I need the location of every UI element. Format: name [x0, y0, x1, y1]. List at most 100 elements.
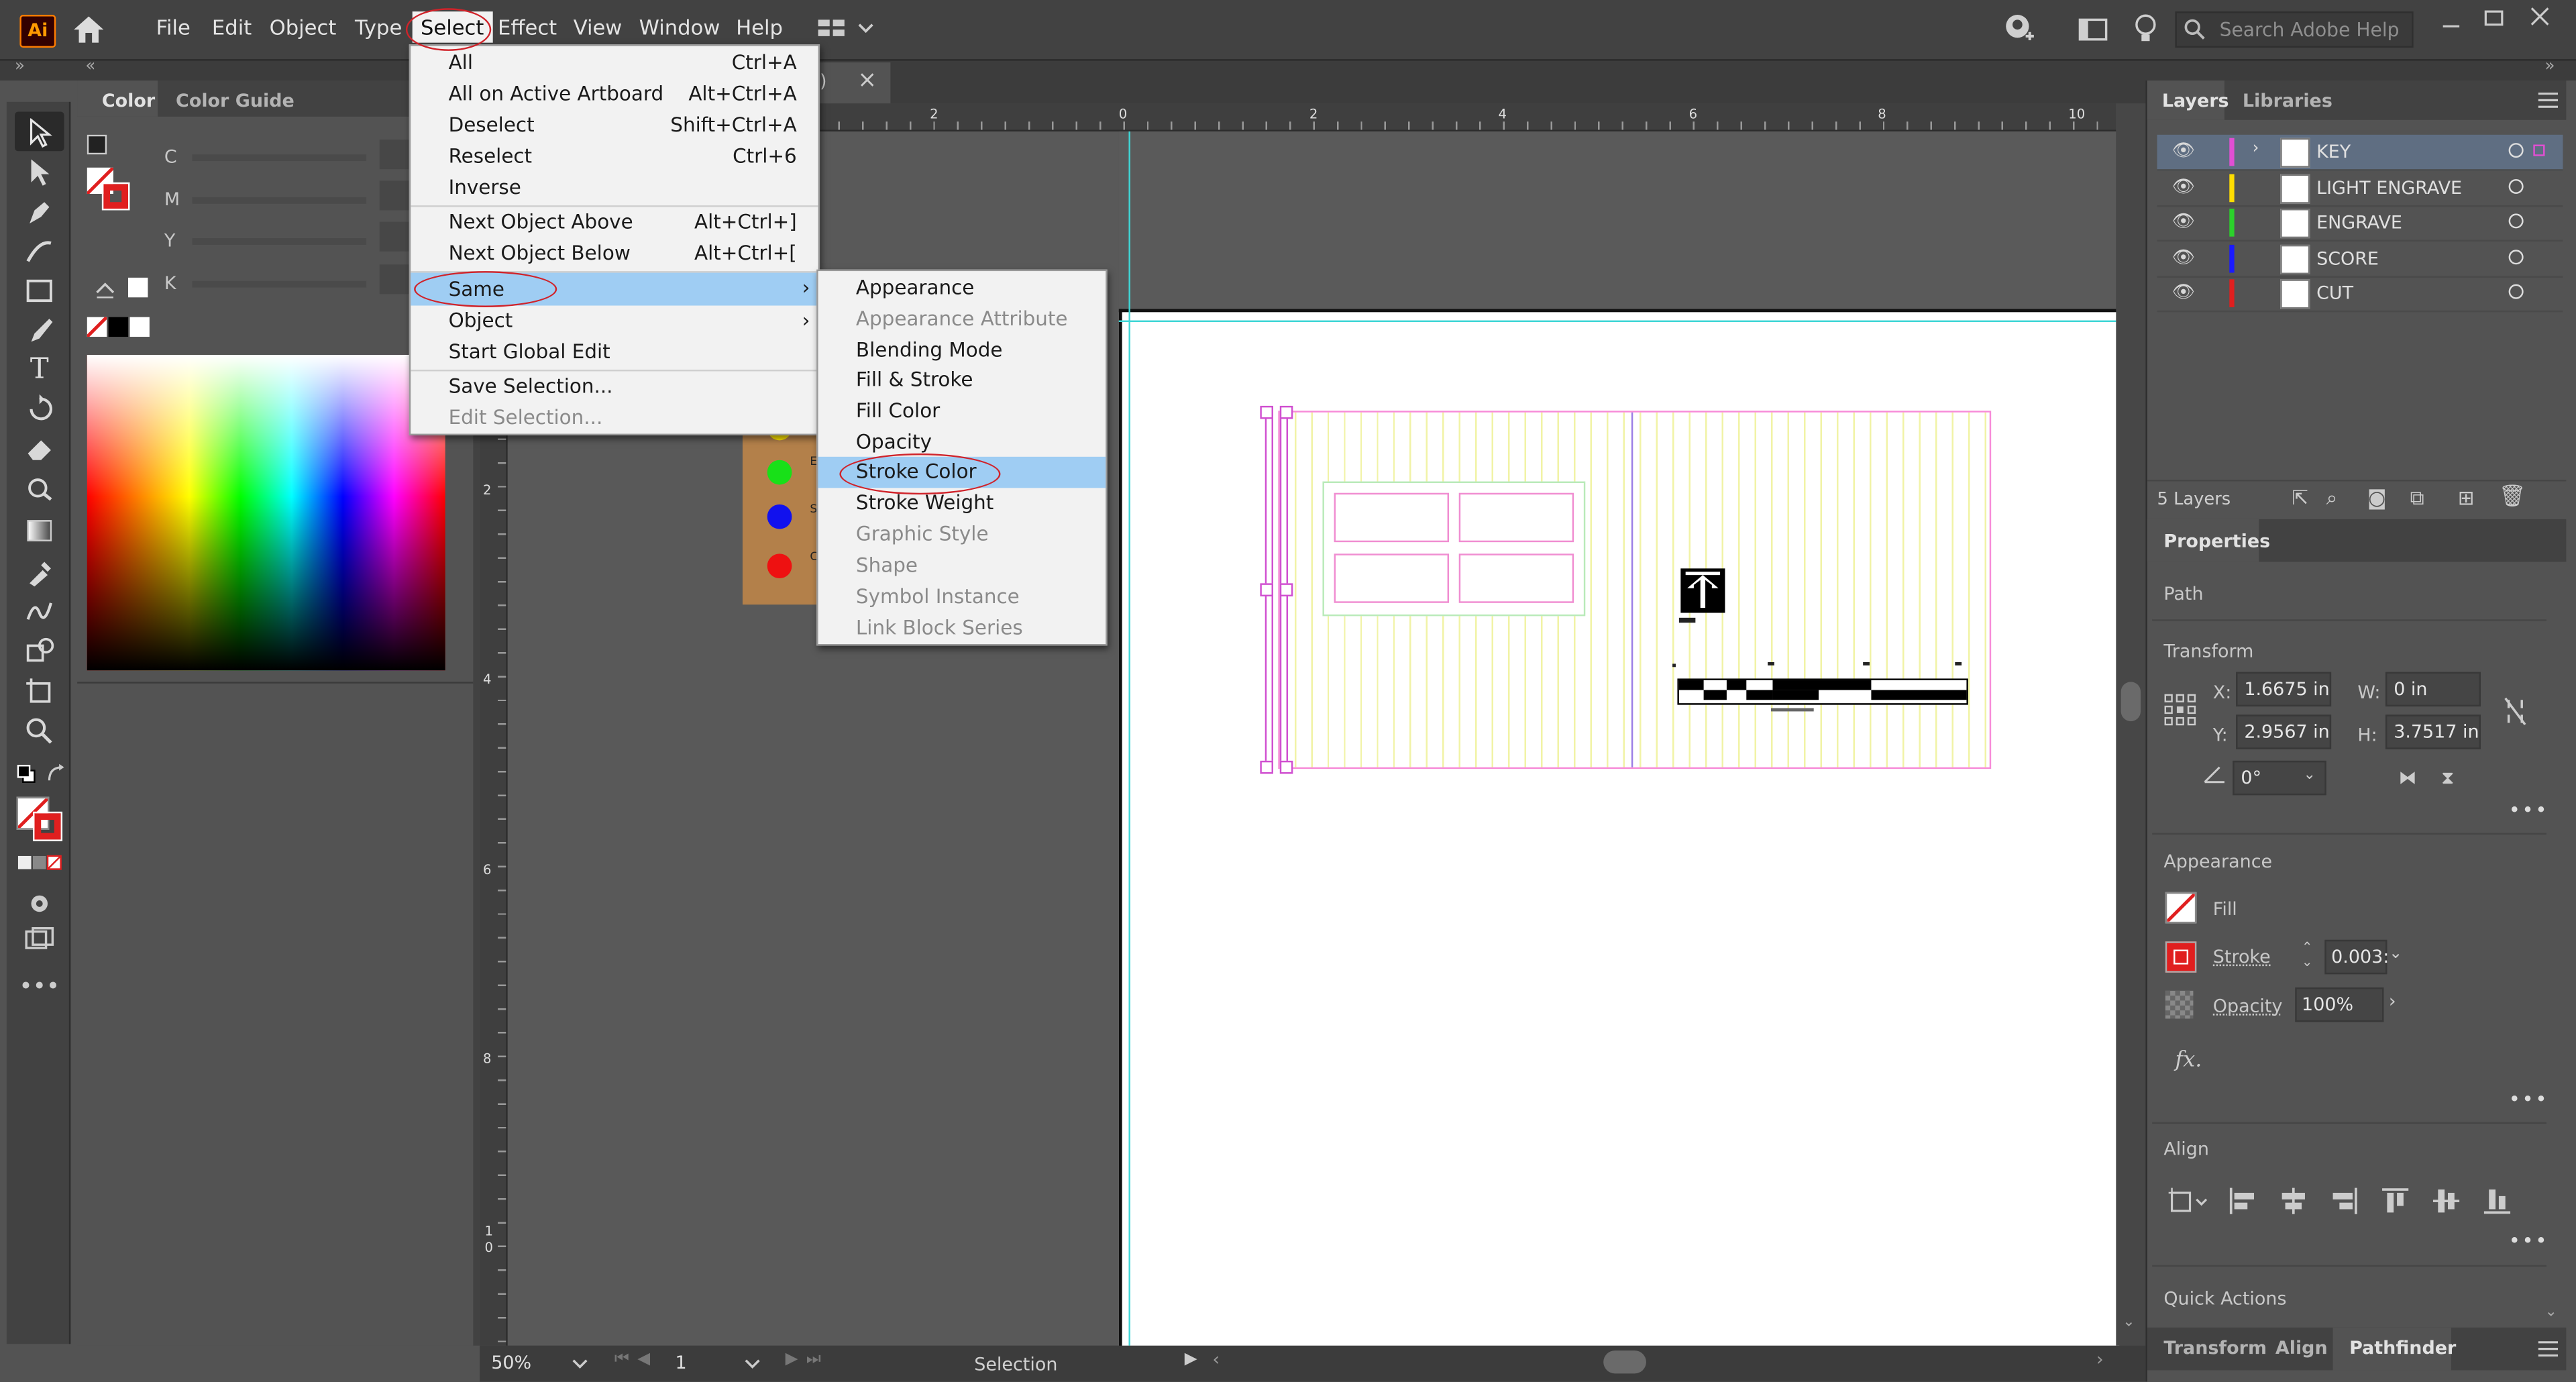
channel-y-input[interactable]: [379, 221, 413, 252]
expand-dock-icon[interactable]: »: [2545, 58, 2555, 76]
curvature-tool-icon[interactable]: [19, 233, 59, 270]
close-document-icon[interactable]: ×: [857, 67, 877, 93]
reference-point-icon[interactable]: [2162, 692, 2198, 728]
flip-horizontal-icon[interactable]: ⧓: [2399, 767, 2417, 789]
menu-effect[interactable]: Effect: [498, 15, 557, 40]
scroll-down-icon[interactable]: ⌄: [2123, 1314, 2135, 1330]
anchor-handle[interactable]: [1260, 583, 1273, 596]
submenu-item-appearance[interactable]: Appearance: [818, 273, 1106, 305]
layer-target-icon[interactable]: [2508, 250, 2524, 265]
zoom-level[interactable]: 50%: [491, 1352, 531, 1374]
gradient-tool-icon[interactable]: [19, 513, 59, 549]
tab-layers[interactable]: Layers: [2162, 91, 2229, 112]
new-layer-icon[interactable]: ⊞: [2458, 486, 2475, 509]
arrange-documents-icon[interactable]: [2077, 15, 2110, 44]
menu-file[interactable]: File: [156, 15, 191, 40]
scroll-thumb[interactable]: [2121, 682, 2141, 722]
collapse-panel-icon[interactable]: «: [85, 58, 95, 76]
scroll-right-icon[interactable]: ›: [2096, 1349, 2104, 1371]
anchor-handle[interactable]: [1279, 760, 1293, 774]
channel-c-input[interactable]: [379, 140, 413, 170]
artboard-nav-prev-icon[interactable]: ⏮◀: [614, 1350, 658, 1369]
menu-type[interactable]: Type: [355, 15, 402, 40]
layer-target-icon[interactable]: [2508, 178, 2524, 194]
blend-tool-icon[interactable]: [19, 593, 59, 629]
properties-scrollbar[interactable]: ⌄: [2543, 565, 2559, 1321]
menu-item-all-on-active-artboard[interactable]: All on Active Artboard Alt+Ctrl+A: [411, 79, 818, 111]
tab-pathfinder[interactable]: Pathfinder: [2349, 1337, 2456, 1359]
submenu-item-fill-color[interactable]: Fill Color: [818, 396, 1106, 427]
x-input[interactable]: 1.6675 in: [2236, 672, 2332, 707]
close-window-icon[interactable]: [2524, 5, 2557, 28]
channel-k-input[interactable]: [379, 264, 413, 295]
flip-vertical-icon[interactable]: ⧗: [2441, 767, 2454, 790]
rotate-tool-icon[interactable]: [19, 391, 59, 427]
document-tab[interactable]: ) ×: [816, 62, 891, 104]
layer-row-score[interactable]: 👁 SCORE: [2157, 242, 2563, 278]
more-tools-icon[interactable]: •••: [19, 973, 60, 1002]
delete-layer-icon[interactable]: 🗑: [2499, 484, 2526, 509]
menu-item-save-selection[interactable]: Save Selection...: [411, 371, 818, 403]
constrain-proportions-icon[interactable]: [2500, 695, 2530, 728]
locate-object-icon[interactable]: ⌕: [2326, 486, 2337, 511]
stroke-swatch[interactable]: [32, 811, 63, 841]
swap-fill-stroke-icon[interactable]: [44, 762, 67, 785]
layer-target-icon[interactable]: [2508, 213, 2524, 229]
color-mode-icon[interactable]: [15, 851, 64, 874]
zoom-dropdown-icon[interactable]: [567, 1350, 593, 1377]
submenu-item-blending-mode[interactable]: Blending Mode: [818, 335, 1106, 367]
zoom-tool-icon[interactable]: [19, 713, 59, 749]
stroke-stepper-icon[interactable]: ⌃ ⌄: [2302, 940, 2312, 969]
menu-item-inverse[interactable]: Inverse: [411, 172, 818, 204]
anchor-handle[interactable]: [1279, 405, 1293, 419]
clipping-mask-icon[interactable]: ◙: [2367, 486, 2387, 509]
direct-selection-tool-icon[interactable]: [19, 154, 59, 191]
none-swatch[interactable]: [87, 317, 107, 337]
align-horizontal-center-icon[interactable]: [2277, 1183, 2310, 1219]
fill-none-swatch[interactable]: [2165, 892, 2197, 924]
menu-item-object[interactable]: Object ›: [411, 306, 818, 337]
align-vertical-center-icon[interactable]: [2430, 1183, 2463, 1219]
selection-tool-icon[interactable]: [19, 115, 59, 151]
scroll-left-icon[interactable]: ‹: [1212, 1349, 1220, 1371]
maximize-icon[interactable]: [2477, 7, 2510, 30]
submenu-item-stroke-weight[interactable]: Stroke Weight: [818, 488, 1106, 519]
anchor-handle[interactable]: [1260, 760, 1273, 774]
align-to-icon[interactable]: [2165, 1183, 2212, 1219]
collapse-toolbar-icon[interactable]: »: [15, 58, 25, 76]
menu-item-next-object-above[interactable]: Next Object Above Alt+Ctrl+]: [411, 207, 818, 239]
layer-name[interactable]: LIGHT ENGRAVE: [2316, 177, 2462, 199]
align-bottom-icon[interactable]: [2481, 1183, 2514, 1219]
tab-align[interactable]: Align: [2275, 1337, 2328, 1359]
artboard-number[interactable]: 1: [676, 1352, 687, 1374]
fx-button[interactable]: fx.: [2175, 1048, 2202, 1073]
layer-name[interactable]: CUT: [2316, 282, 2353, 304]
rotate-angle-input[interactable]: 0° ⌄: [2233, 760, 2326, 796]
pen-tool-icon[interactable]: [19, 194, 59, 230]
black-swatch[interactable]: [108, 317, 129, 337]
h-input[interactable]: 3.7517 in: [2385, 714, 2481, 749]
menu-item-reselect[interactable]: Reselect Ctrl+6: [411, 142, 818, 173]
layers-panel-menu-icon[interactable]: [2536, 91, 2559, 110]
horizontal-scroll-thumb[interactable]: [1603, 1350, 1646, 1374]
layer-name[interactable]: KEY: [2316, 142, 2351, 163]
web-safe-swatch[interactable]: [128, 277, 148, 298]
opacity-label[interactable]: Opacity: [2213, 996, 2283, 1017]
artboard-tool-icon[interactable]: [19, 674, 59, 710]
white-swatch[interactable]: [129, 317, 150, 337]
symbol-sprayer-tool-icon[interactable]: [19, 633, 59, 669]
tab-color-guide[interactable]: Color Guide: [176, 91, 294, 112]
tab-properties[interactable]: Properties: [2163, 531, 2270, 552]
status-menu-icon[interactable]: ▶: [1185, 1350, 1197, 1369]
align-right-icon[interactable]: [2328, 1183, 2361, 1219]
expand-layer-icon[interactable]: ›: [2253, 140, 2259, 158]
draw-mode-icon[interactable]: [19, 887, 59, 920]
eyedropper-tool-icon[interactable]: [19, 553, 59, 590]
opacity-input[interactable]: 100%: [2295, 987, 2384, 1022]
layer-target-icon[interactable]: [2508, 284, 2524, 299]
y-input[interactable]: 2.9567 in: [2236, 714, 2332, 749]
workspace-switcher-icon[interactable]: [815, 13, 877, 43]
paintbrush-tool-icon[interactable]: [19, 312, 59, 348]
anchor-handle[interactable]: [1260, 405, 1273, 419]
tab-libraries[interactable]: Libraries: [2243, 91, 2332, 112]
